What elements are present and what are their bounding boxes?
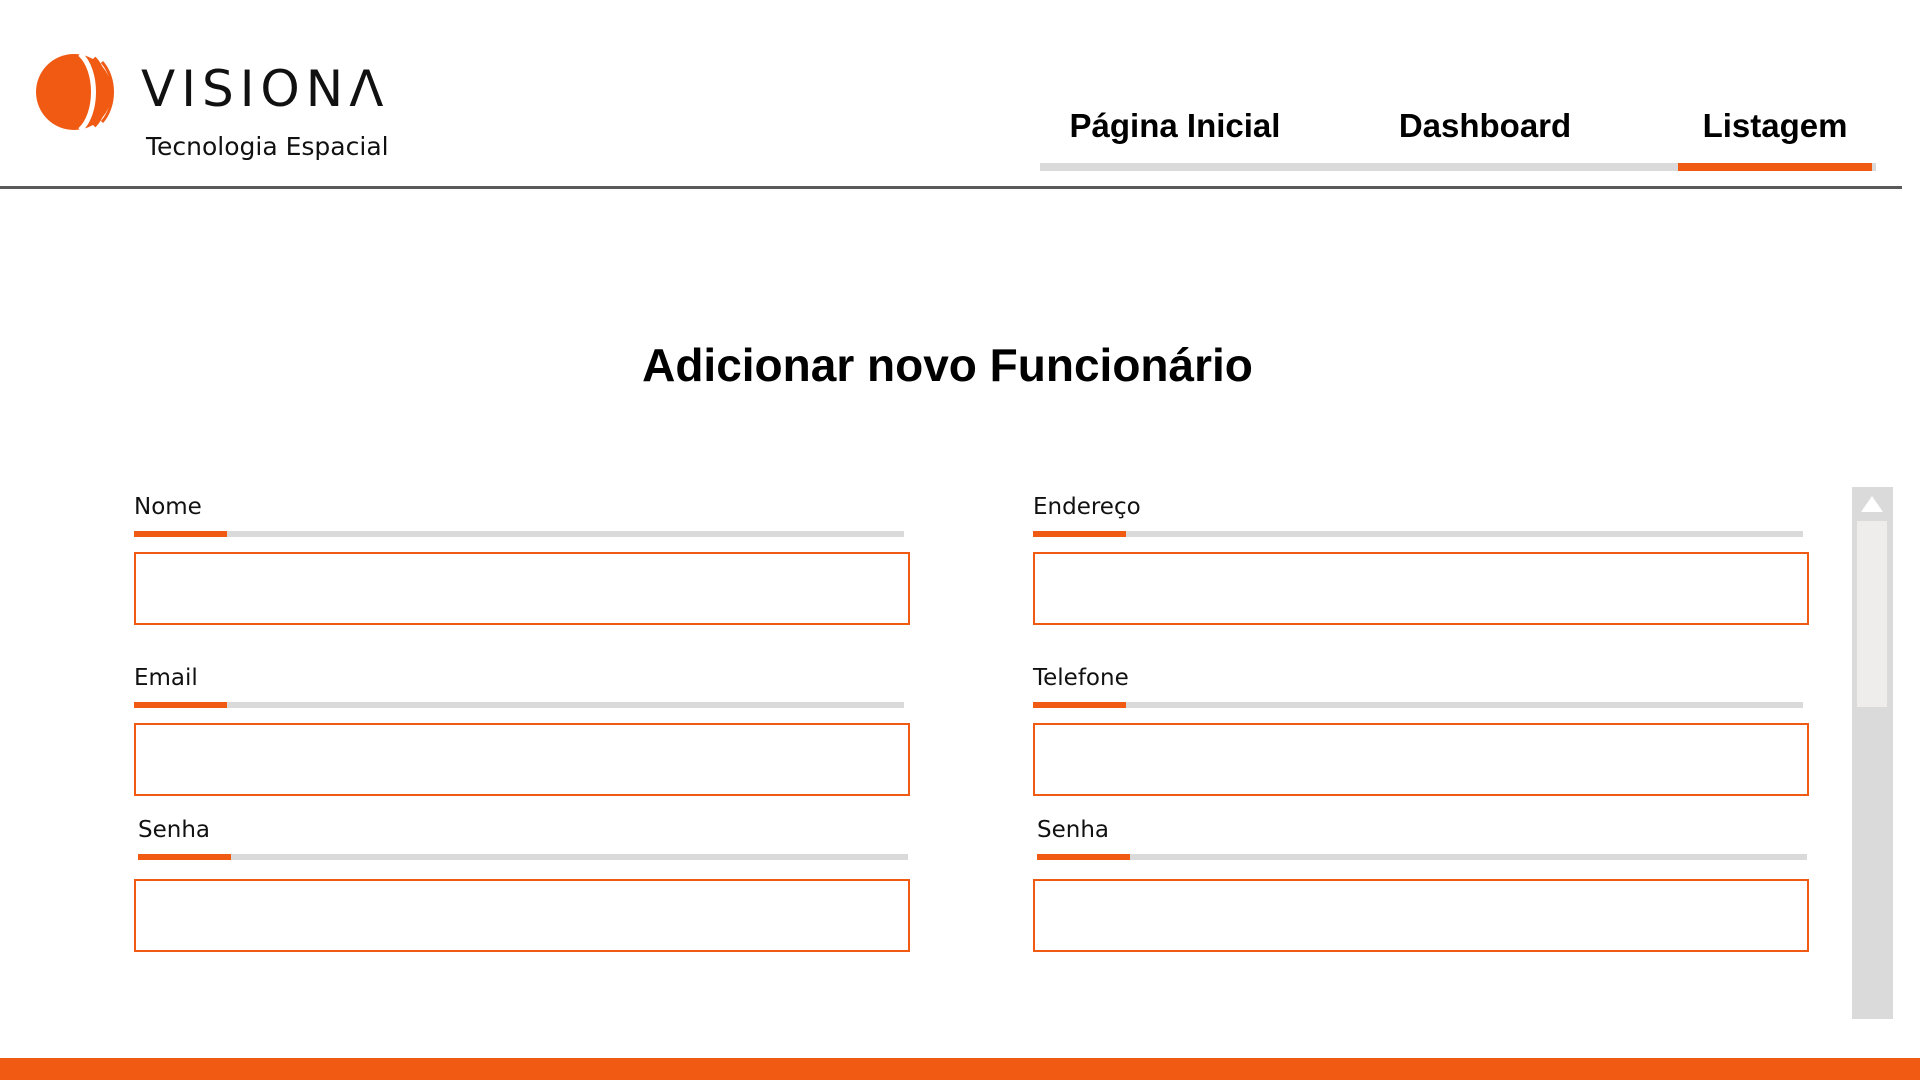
field-underline-track	[134, 702, 904, 708]
field-label-telefone: Telefone	[1033, 665, 1129, 691]
senha-input[interactable]	[134, 879, 910, 952]
field-underline-track	[1033, 702, 1803, 708]
nav-item-dashboard[interactable]: Dashboard	[1350, 106, 1620, 146]
field-endereco: Endereço	[1033, 494, 1813, 634]
nav-active-indicator	[1678, 163, 1872, 171]
field-underline-accent	[134, 531, 227, 537]
field-label-senha: Senha	[138, 817, 210, 843]
field-underline-track	[138, 854, 908, 860]
header-divider	[0, 186, 1902, 189]
triangle-up-icon[interactable]	[1861, 496, 1883, 512]
field-underline-track	[134, 531, 904, 537]
field-label-email: Email	[134, 665, 198, 691]
endereco-input[interactable]	[1033, 552, 1809, 625]
field-senha-confirm: Senha	[1033, 817, 1817, 957]
field-telefone: Telefone	[1033, 665, 1813, 805]
nav-item-listagem[interactable]: Listagem	[1640, 106, 1910, 146]
nav-item-home[interactable]: Página Inicial	[1040, 106, 1310, 146]
page-title: Adicionar novo Funcionário	[642, 339, 1253, 391]
nome-input[interactable]	[134, 552, 910, 625]
brand-logo[interactable]: VISIONΛ Tecnologia Espacial	[36, 50, 406, 170]
email-input[interactable]	[134, 723, 910, 796]
telefone-input[interactable]	[1033, 723, 1809, 796]
footer-accent-bar	[0, 1058, 1920, 1080]
main-nav: Página Inicial Dashboard Listagem	[1040, 100, 1876, 172]
field-email: Email	[134, 665, 914, 805]
field-label-senha-confirm: Senha	[1037, 817, 1109, 843]
brand-name: VISIONΛ	[141, 60, 390, 118]
field-underline-track	[1037, 854, 1807, 860]
field-underline-track	[1033, 531, 1803, 537]
field-underline-accent	[1037, 854, 1130, 860]
senha-confirm-input[interactable]	[1033, 879, 1809, 952]
field-underline-accent	[1033, 531, 1126, 537]
field-underline-accent	[1033, 702, 1126, 708]
field-underline-accent	[138, 854, 231, 860]
field-senha: Senha	[134, 817, 918, 957]
field-nome: Nome	[134, 494, 914, 634]
visiona-logo-icon	[36, 52, 114, 132]
scrollbar-thumb[interactable]	[1857, 521, 1887, 707]
vertical-scrollbar[interactable]	[1852, 487, 1893, 1019]
field-underline-accent	[134, 702, 227, 708]
brand-tagline: Tecnologia Espacial	[146, 132, 389, 161]
field-label-nome: Nome	[134, 494, 202, 520]
field-label-endereco: Endereço	[1033, 494, 1141, 520]
